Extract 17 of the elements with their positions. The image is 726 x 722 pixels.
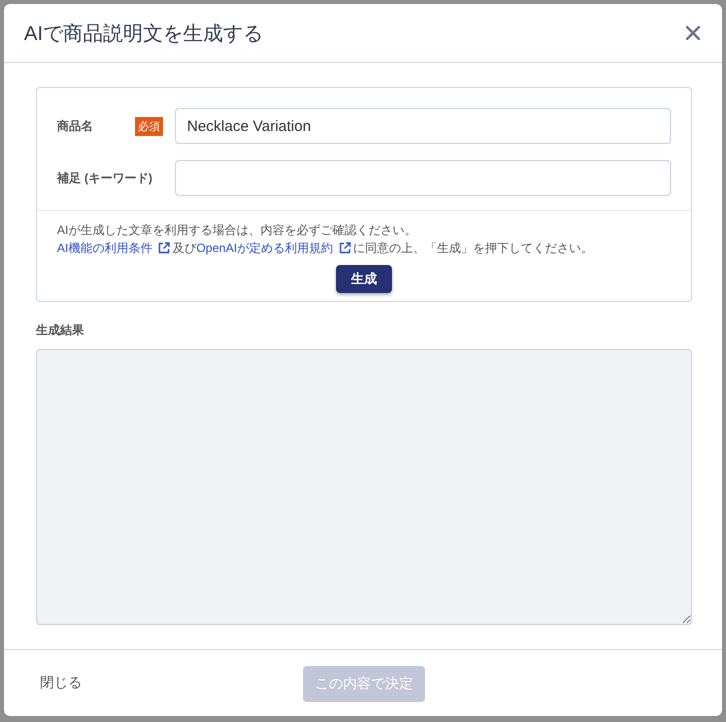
input-field[interactable]: Necklace Variation <box>175 108 671 144</box>
external-link-icon <box>339 242 352 254</box>
result-field[interactable] <box>36 349 692 626</box>
input-field[interactable] <box>175 160 671 196</box>
close-button[interactable]: 閉じる <box>40 674 82 692</box>
field-label: 商品名 <box>57 118 94 135</box>
terms-text: AI機能の利用条件 及びOpenAIが定める利用規約 に同意の上、「生成」を押下してください。 <box>57 240 594 258</box>
required-badge: 必須 <box>135 116 163 136</box>
result-label: 生成結果 <box>36 322 85 340</box>
terms-link[interactable]: OpenAIが定める利用規約 <box>196 241 354 256</box>
field-label: 補足 (キーワード) <box>57 170 152 187</box>
close-icon[interactable] <box>686 26 700 40</box>
terms-link[interactable]: AI機能の利用条件 <box>57 241 172 256</box>
generate-button[interactable]: 生成 <box>336 265 392 294</box>
external-link-icon <box>158 242 170 254</box>
dialog-title: AIで商品説明文を生成する <box>24 22 263 47</box>
notice-text: AIが生成した文章を利用する場合は、内容を必ずご確認ください。 <box>57 222 418 240</box>
